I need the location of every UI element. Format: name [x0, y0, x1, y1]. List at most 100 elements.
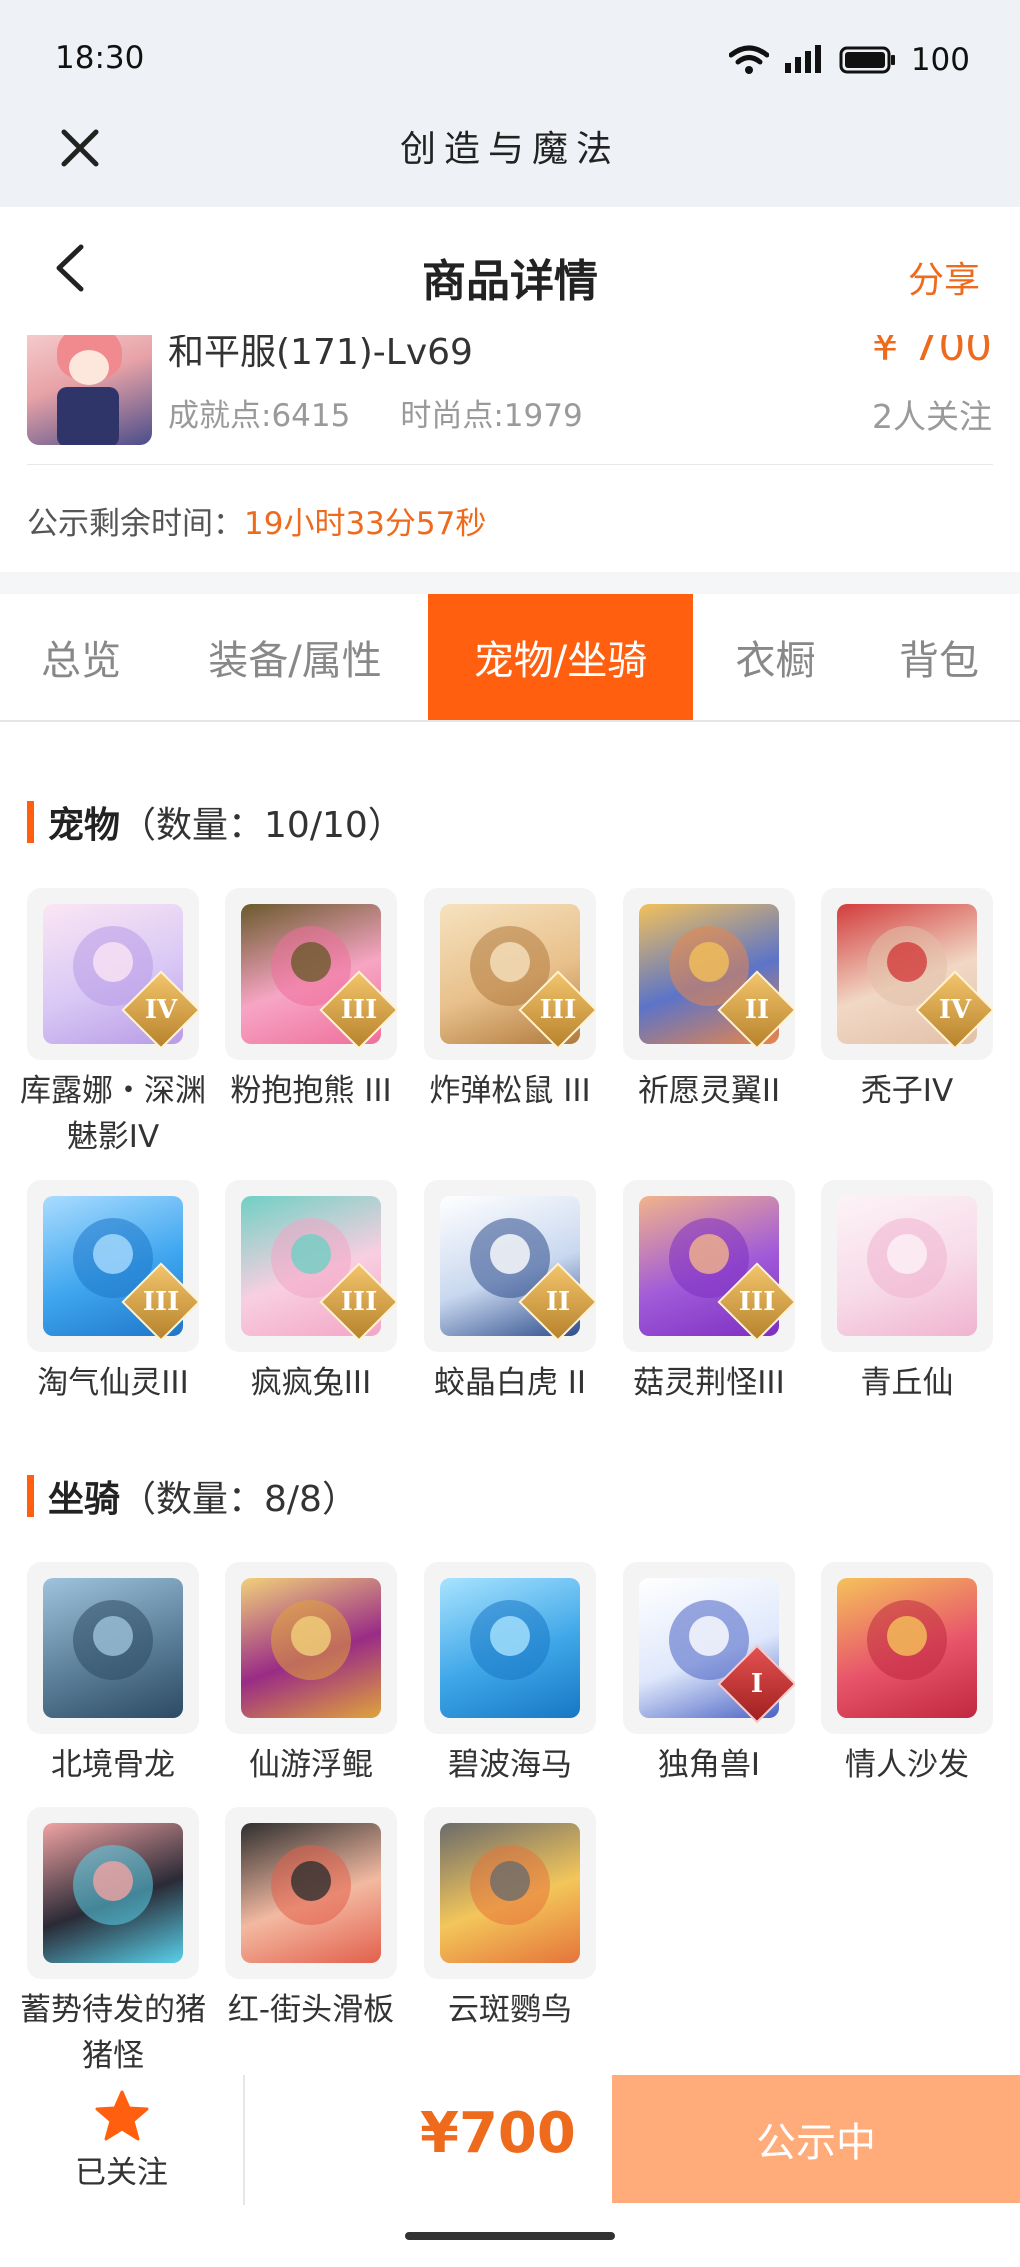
divider: [243, 2075, 245, 2205]
tab-overview[interactable]: 总览: [0, 594, 162, 720]
mounts-item[interactable]: 蓄势待发的猪猪怪: [20, 1807, 206, 2079]
pets-item-label: 青丘仙: [860, 1365, 954, 1401]
pets-item[interactable]: II 祈愿灵翼II: [623, 888, 795, 1114]
pets-title: 宠物: [48, 805, 121, 846]
follow-label: 已关注: [75, 2154, 168, 2191]
pets-item[interactable]: III 菇灵荆怪III: [623, 1180, 795, 1406]
publicity-status-button[interactable]: 公示中: [612, 2075, 1020, 2203]
pets-thumbnail: III: [225, 1180, 397, 1352]
pets-thumbnail: II: [623, 888, 795, 1060]
pets-thumbnail: IV: [27, 888, 199, 1060]
tab-equipment[interactable]: 装备/属性: [162, 594, 428, 720]
tier-badge-label: II: [545, 1287, 571, 1317]
section-marker: [27, 1475, 34, 1517]
follower-count: 2人关注: [872, 397, 992, 436]
fashion-points: 时尚点:1979: [400, 398, 583, 434]
pets-section-title: 宠物 （数量：10/10）: [27, 796, 404, 848]
home-indicator: [405, 2232, 615, 2240]
mount-parrot-icon: [440, 1823, 580, 1963]
pets-item[interactable]: III 疯疯兔III: [225, 1180, 397, 1406]
mounts-thumbnail: [225, 1807, 397, 1979]
mounts-item-label: 北境骨龙: [51, 1747, 175, 1783]
share-button[interactable]: 分享: [908, 251, 980, 303]
pets-thumbnail: III: [27, 1180, 199, 1352]
pets-thumbnail: III: [225, 888, 397, 1060]
section-marker: [27, 801, 34, 843]
pets-item-label: 疯疯兔III: [250, 1365, 372, 1401]
pets-item[interactable]: 青丘仙: [821, 1180, 993, 1406]
wifi-icon: [728, 45, 769, 74]
status-time: 18:30: [55, 40, 145, 76]
mounts-thumbnail: [424, 1562, 596, 1734]
tier-badge-label: I: [750, 1669, 764, 1699]
mounts-item[interactable]: 仙游浮鲲: [225, 1562, 397, 1788]
countdown-value: 19小时33分57秒: [244, 506, 487, 542]
tier-badge-label: III: [340, 1287, 378, 1317]
bottom-action-bar: 已关注 ¥700 公示中: [0, 2075, 1020, 2205]
character-avatar: [27, 335, 152, 445]
pets-thumbnail: III: [623, 1180, 795, 1352]
server-name: 和平服(171)-Lv69: [168, 335, 473, 373]
tier-badge-label: III: [142, 1287, 180, 1317]
mounts-thumbnail: [821, 1562, 993, 1734]
pets-item[interactable]: III 炸弹松鼠 III: [424, 888, 596, 1114]
pets-item[interactable]: III 淘气仙灵III: [27, 1180, 199, 1406]
mounts-item-label: 碧波海马: [448, 1747, 572, 1783]
app-top-area: 18:30 100 创造与魔法: [0, 0, 1020, 207]
achievement-points: 成就点:6415: [168, 398, 351, 434]
pets-thumbnail: III: [424, 888, 596, 1060]
pets-item-label: 菇灵荆怪III: [633, 1365, 785, 1401]
tier-badge-label: III: [738, 1287, 776, 1317]
mount-seahorse-icon: [440, 1578, 580, 1718]
pets-item[interactable]: IV 秃子IV: [821, 888, 993, 1114]
pets-item[interactable]: IV 库露娜・深渊魅影IV: [20, 888, 206, 1160]
mounts-item[interactable]: 碧波海马: [424, 1562, 596, 1788]
follow-button[interactable]: 已关注: [0, 2075, 243, 2205]
pets-item-label: 蛟晶白虎 II: [433, 1365, 587, 1401]
app-title: 创造与魔法: [399, 129, 620, 170]
pets-item[interactable]: III 粉抱抱熊 III: [225, 888, 397, 1114]
nav-header: 商品详情 分享: [0, 207, 1020, 335]
tier-badge-label: II: [744, 995, 770, 1025]
tab-bar: 总览 装备/属性 宠物/坐骑 衣橱 背包: [0, 594, 1020, 722]
pets-item-label: 粉抱抱熊 III: [230, 1073, 392, 1109]
status-bar: 18:30 100: [0, 0, 1020, 120]
mounts-item[interactable]: 云斑鹦鸟: [424, 1807, 596, 2033]
battery-level: 100: [910, 42, 970, 78]
mounts-item[interactable]: 情人沙发: [821, 1562, 993, 1788]
pets-thumbnail: II: [424, 1180, 596, 1352]
mounts-thumbnail: [225, 1562, 397, 1734]
mounts-item-label: 情人沙发: [845, 1747, 969, 1783]
mounts-count: （数量：8/8）: [120, 1479, 358, 1520]
divider: [27, 464, 993, 465]
mounts-thumbnail: [424, 1807, 596, 1979]
mount-lover-sofa-icon: [837, 1578, 977, 1718]
pets-item-label: 库露娜・深渊魅影IV: [20, 1073, 206, 1155]
mounts-item[interactable]: 北境骨龙: [27, 1562, 199, 1788]
mount-floating-kun-icon: [241, 1578, 381, 1718]
mounts-item-label: 红-街头滑板: [227, 1992, 395, 2028]
mounts-item[interactable]: 红-街头滑板: [225, 1807, 397, 2033]
pets-thumbnail: [821, 1180, 993, 1352]
pets-item-label: 祈愿灵翼II: [637, 1073, 781, 1109]
pets-item-label: 秃子IV: [860, 1073, 954, 1109]
mounts-thumbnail: [27, 1562, 199, 1734]
mounts-item[interactable]: I 独角兽I: [623, 1562, 795, 1788]
pets-item[interactable]: II 蛟晶白虎 II: [424, 1180, 596, 1406]
tab-wardrobe[interactable]: 衣橱: [693, 594, 858, 720]
mount-pig-icon: [43, 1823, 183, 1963]
app-title-bar: 创造与魔法: [0, 110, 1020, 207]
mounts-item-label: 云斑鹦鸟: [448, 1992, 572, 2028]
countdown: 公示剩余时间：19小时33分57秒: [27, 498, 486, 543]
pets-count: （数量：10/10）: [120, 805, 404, 846]
bottom-price: ¥700: [420, 2101, 576, 2166]
pets-thumbnail: IV: [821, 888, 993, 1060]
tier-badge-label: IV: [144, 995, 178, 1025]
battery-icon: [839, 46, 895, 74]
tab-pets-mounts[interactable]: 宠物/坐骑: [428, 594, 693, 720]
tab-backpack[interactable]: 背包: [858, 594, 1020, 720]
mounts-thumbnail: [27, 1807, 199, 1979]
mounts-item-label: 蓄势待发的猪猪怪: [20, 1992, 206, 2074]
mounts-item-label: 独角兽I: [657, 1747, 761, 1783]
mount-bone-dragon-icon: [43, 1578, 183, 1718]
